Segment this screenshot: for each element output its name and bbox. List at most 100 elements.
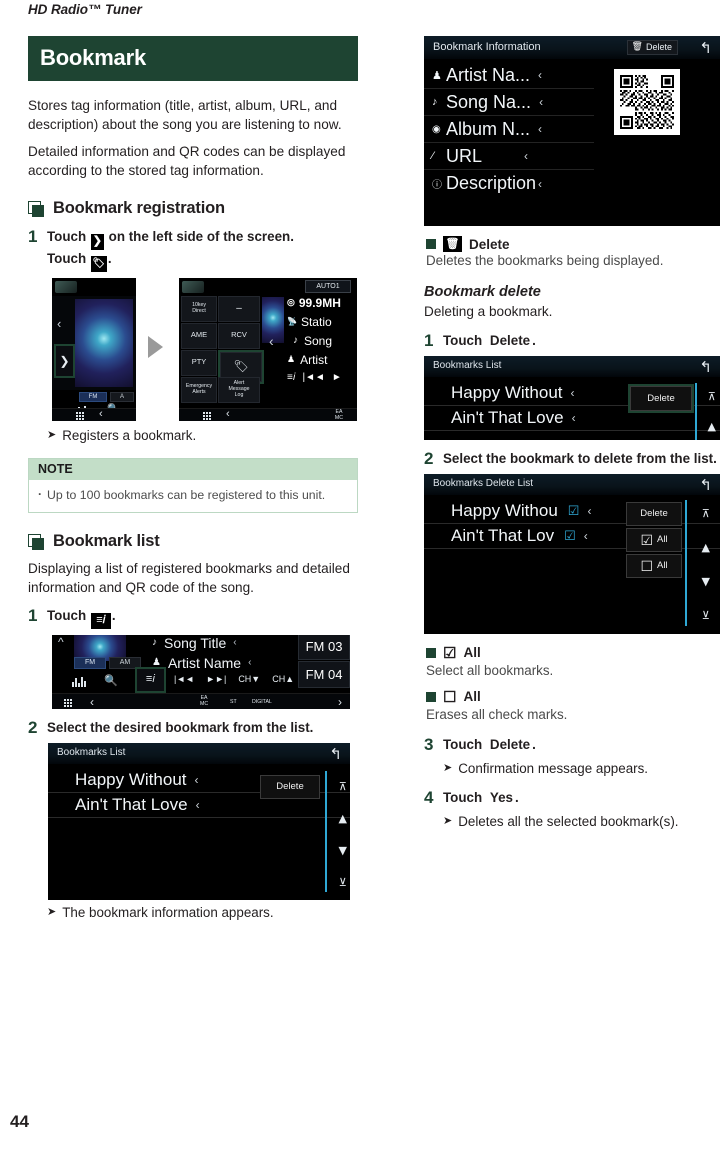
preset-fm03-button[interactable]: FM 03 xyxy=(298,634,350,660)
step-number: 2 xyxy=(424,448,434,468)
expand-chevron-button[interactable]: ❯ xyxy=(54,343,75,378)
equalizer-icon[interactable] xyxy=(72,675,94,687)
channel-down-icon[interactable]: CH▼ xyxy=(238,674,260,684)
info-row-label: Artist Na... xyxy=(446,64,531,85)
screen-title: Bookmarks Delete List xyxy=(433,477,534,489)
back-icon[interactable]: ↰ xyxy=(329,745,342,763)
delete-button[interactable]: Delete xyxy=(260,774,320,799)
chevron-left-icon: ‹ xyxy=(571,410,576,425)
apps-grid-icon[interactable] xyxy=(64,698,73,708)
apps-grid-icon[interactable] xyxy=(76,411,85,420)
prev-track-icon[interactable]: |◄◄ xyxy=(302,372,324,383)
forward-chevron-icon[interactable]: › xyxy=(338,695,342,709)
scroll-bottom-icon[interactable]: ⊻ xyxy=(702,610,710,621)
chevron-left-icon: ‹ xyxy=(538,122,543,136)
result-arrow-icon: ➤ xyxy=(47,905,57,918)
am-band-chip[interactable]: AM xyxy=(109,656,141,669)
channel-up-icon[interactable]: CH▲ xyxy=(272,674,294,684)
back-chevron-icon[interactable]: ‹ xyxy=(99,408,103,420)
checkbox-checked-icon[interactable]: ☑ xyxy=(568,503,580,519)
scroll-controls[interactable]: ⊼ ▲ ▼ ⊻ xyxy=(702,508,710,621)
scroll-top-icon[interactable]: ⊼ xyxy=(702,508,710,519)
scroll-track[interactable] xyxy=(695,382,697,440)
deselect-all-button[interactable]: ☐ All xyxy=(626,553,682,578)
back-icon[interactable]: ↰ xyxy=(699,476,712,494)
back-icon[interactable]: ↰ xyxy=(699,39,712,57)
tile-ame[interactable]: AME xyxy=(181,322,217,349)
result-arrow-icon: ➤ xyxy=(47,428,57,441)
apps-grid-icon[interactable] xyxy=(203,411,212,420)
scroll-top-icon[interactable]: ⊼ xyxy=(708,391,716,402)
checkbox-unchecked-icon: ☐ xyxy=(443,688,457,706)
am-band-chip[interactable]: A xyxy=(110,391,134,402)
chapter-title: Bookmark xyxy=(40,45,146,70)
tile-rcv[interactable]: RCV xyxy=(218,322,260,349)
checkbox-checked-icon[interactable]: ☑ xyxy=(564,528,576,544)
info-row-url[interactable]: ⁄ URL ‹ xyxy=(424,143,594,170)
info-row-artist[interactable]: ♟ Artist Na... ‹ xyxy=(424,62,594,89)
info-rows: ♟ Artist Na... ‹ ♪ Song Na... ‹ ◉ Album … xyxy=(424,62,594,197)
scroll-down-icon[interactable]: ▼ xyxy=(339,845,347,856)
scroll-bottom-icon[interactable]: ⊻ xyxy=(339,877,347,888)
scroll-controls[interactable]: ⊼ ▲ xyxy=(708,391,716,432)
scroll-track[interactable] xyxy=(325,770,327,892)
scroll-up-icon[interactable]: ▲ xyxy=(708,421,716,432)
back-icon[interactable]: ↰ xyxy=(699,358,712,376)
info-row-description[interactable]: ⓘ Description ‹ xyxy=(424,170,594,197)
select-all-button[interactable]: ☑ All xyxy=(626,527,682,552)
chevron-left-icon: ‹ xyxy=(195,797,200,812)
delete-bullet: 🗑 Delete Deletes the bookmarks being dis… xyxy=(426,236,720,268)
scroll-controls[interactable]: ⊼ ▲ ▼ ⊻ xyxy=(339,781,347,888)
delete-button[interactable]: 🗑 Delete xyxy=(626,40,678,55)
bookmarks-delete-list-screen: Bookmarks Delete List ↰ Happy Withou ☑ ‹… xyxy=(424,473,720,634)
tile-emergency-alerts[interactable]: Emergency Alerts xyxy=(181,376,217,403)
bookmark-list-button[interactable]: ≡𝑖 xyxy=(135,666,166,693)
next-track-icon[interactable]: ► xyxy=(332,372,342,383)
list-info-icon[interactable]: ≡𝑖 xyxy=(287,372,295,383)
info-row-song[interactable]: ♪ Song Na... ‹ xyxy=(424,89,594,116)
tile-alert-message-log[interactable]: Alert Message Log xyxy=(218,376,260,403)
fm-band-chip[interactable]: FM xyxy=(79,391,107,402)
deselect-all-label: All xyxy=(657,560,668,572)
chevron-left-icon: ‹ xyxy=(248,657,252,669)
step-text-a: Touch xyxy=(443,736,483,752)
prev-track-icon[interactable]: |◄◄ xyxy=(174,674,194,684)
step-text-b: on the left side of the screen. xyxy=(108,229,294,245)
delete-button[interactable]: Delete xyxy=(628,383,694,413)
tile-10key-direct[interactable]: 10key Direct xyxy=(181,295,217,322)
scroll-up-icon[interactable]: ▲ xyxy=(702,542,710,553)
artwork-panel: ‹ ❯ xyxy=(52,295,136,390)
st-indicator: ST xyxy=(230,698,237,705)
trash-icon: 🗑 xyxy=(443,236,462,252)
result-text: The bookmark information appears. xyxy=(62,904,274,920)
scroll-up-icon[interactable]: ▲ xyxy=(339,813,347,824)
delete-button[interactable]: Delete xyxy=(626,501,682,526)
source-icon xyxy=(55,280,77,293)
deselect-all-bullet-desc: Erases all check marks. xyxy=(426,706,568,722)
next-track-icon[interactable]: ►►| xyxy=(206,674,226,684)
artist-name-row: ♟ Artist Name ‹ xyxy=(152,655,251,671)
step-text-c: Touch xyxy=(47,250,87,266)
tile-seek[interactable]: – xyxy=(218,295,260,322)
back-chevron-icon[interactable]: ‹ xyxy=(226,408,230,420)
tile-pty[interactable]: PTY xyxy=(181,349,217,376)
scroll-track[interactable] xyxy=(685,499,687,626)
select-all-bullet-label: All xyxy=(463,645,481,661)
collapse-chevron-icon[interactable]: ‹ xyxy=(269,333,274,349)
checkbox-checked-icon: ☑ xyxy=(443,644,457,662)
artist-icon: ♟ xyxy=(432,69,442,82)
step-key-yes: Yes xyxy=(489,790,513,806)
preset-fm04-button[interactable]: FM 04 xyxy=(298,660,350,688)
select-all-label: All xyxy=(657,534,668,546)
chevron-left-icon: ‹ xyxy=(538,176,543,191)
back-chevron-icon[interactable]: ‹ xyxy=(90,695,94,709)
step-text: Touch Delete. xyxy=(443,736,536,754)
step-text: Touch ❯ on the left side of the screen. … xyxy=(47,228,294,272)
info-row-album[interactable]: ◉ Album N... ‹ xyxy=(424,116,594,143)
search-icon[interactable]: 🔍 xyxy=(104,674,118,687)
scroll-down-icon[interactable]: ▼ xyxy=(702,576,710,587)
auto-preset-button[interactable]: AUTO1 xyxy=(305,279,351,293)
scroll-top-icon[interactable]: ⊼ xyxy=(339,781,347,792)
artist-row: ♟ Artist xyxy=(287,352,328,367)
fm-band-chip[interactable]: FM xyxy=(74,656,106,669)
